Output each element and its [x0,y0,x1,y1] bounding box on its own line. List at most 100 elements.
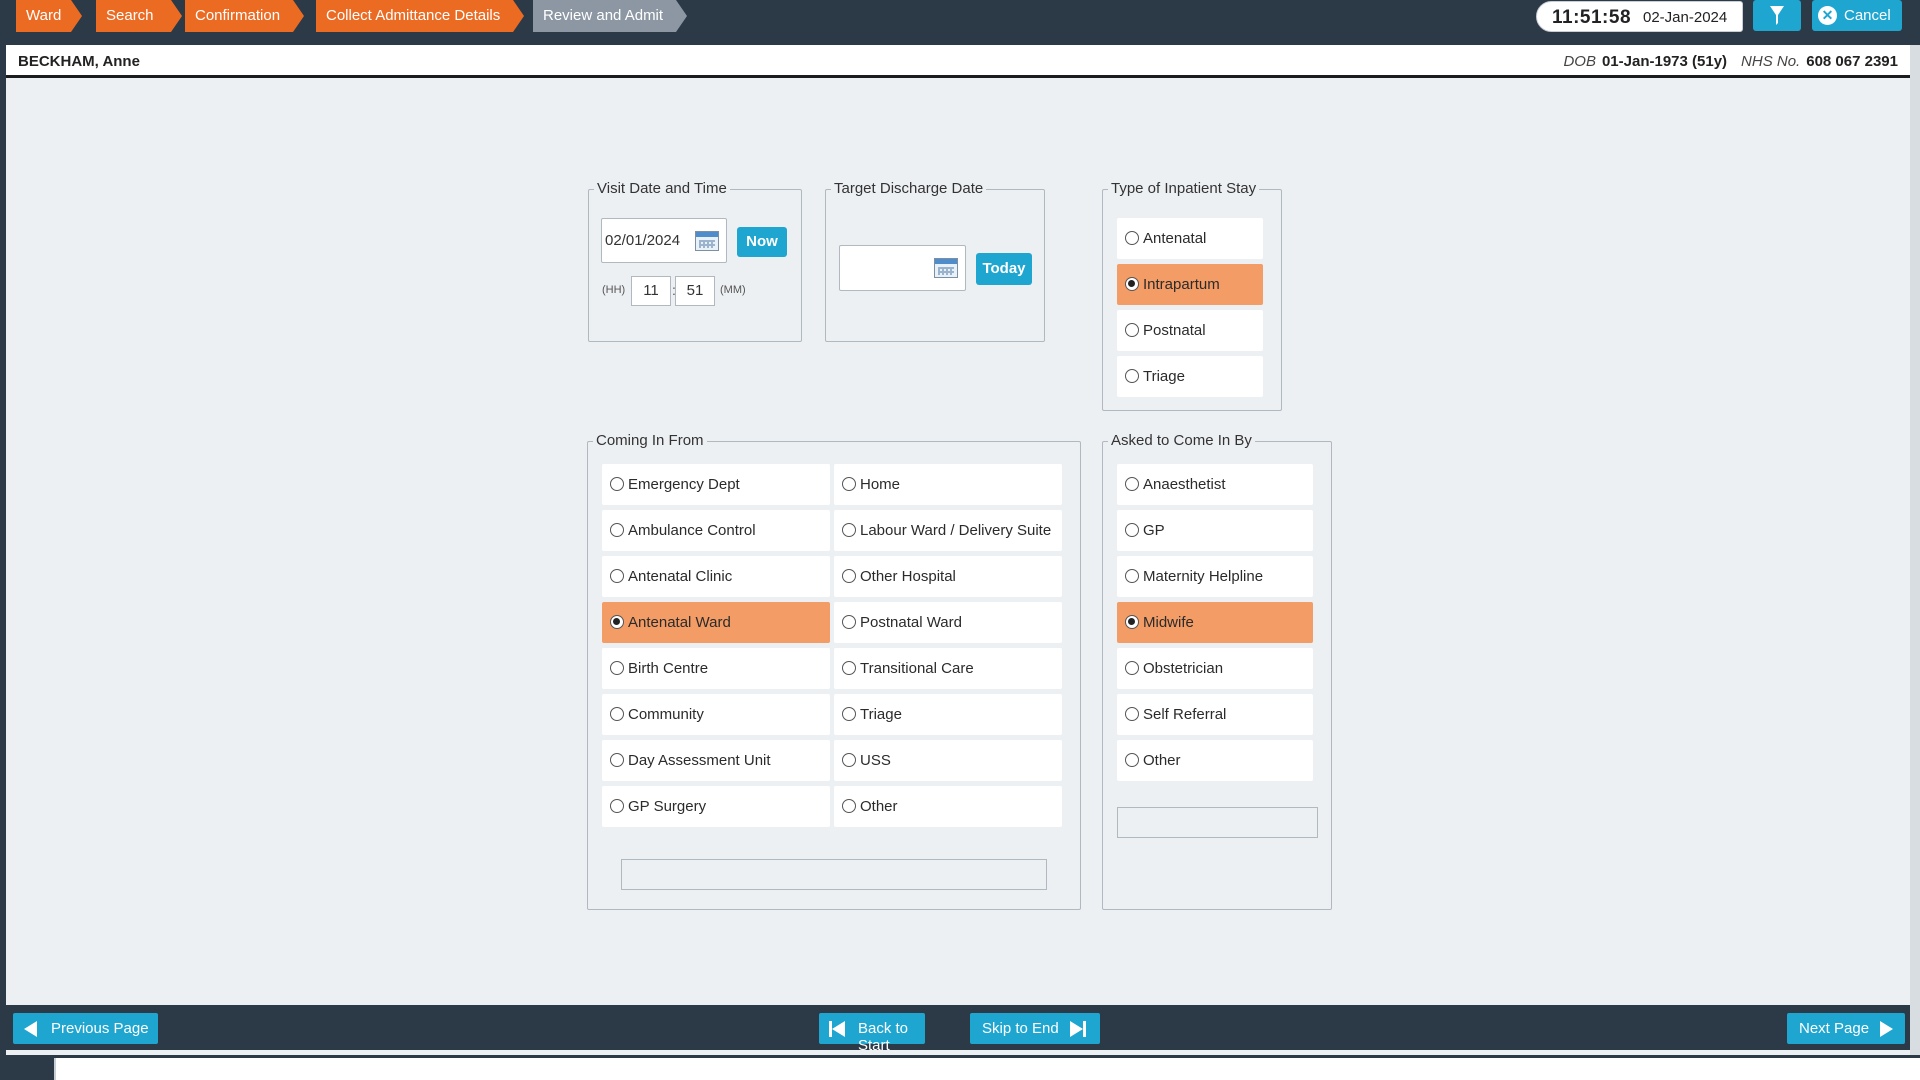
asked-by-option-maternity-helpline[interactable]: Maternity Helpline [1117,556,1313,597]
cancel-button[interactable]: ✕ Cancel [1812,0,1902,31]
stay-type-option-triage[interactable]: Triage [1117,356,1263,397]
asked-by-other-input[interactable] [1117,807,1318,838]
radio-button[interactable] [842,661,856,675]
visit-date-time-group: Visit Date and Time 02/01/2024 Now (HH) … [588,180,802,342]
minute-input[interactable]: 51 [675,276,715,306]
option-label: Antenatal [1143,230,1207,247]
radio-button[interactable] [1125,369,1139,383]
coming-from-option-uss[interactable]: USS [834,740,1062,781]
breadcrumb-review-admit[interactable]: Review and Admit [533,0,687,32]
breadcrumb-confirmation[interactable]: Confirmation [185,0,304,32]
arrow-right-icon [1070,1021,1083,1037]
breadcrumb-collect-admittance[interactable]: Collect Admittance Details [316,0,524,32]
coming-from-option-birth-centre[interactable]: Birth Centre [602,648,830,689]
breadcrumb-label: Search [106,7,154,24]
asked-by-option-anaesthetist[interactable]: Anaesthetist [1117,464,1313,505]
radio-button[interactable] [610,615,624,629]
breadcrumb-ward[interactable]: Ward [16,0,82,32]
radio-button[interactable] [1125,753,1139,767]
stay-type-option-postnatal[interactable]: Postnatal [1117,310,1263,351]
radio-button[interactable] [1125,477,1139,491]
coming-from-option-home[interactable]: Home [834,464,1062,505]
radio-button[interactable] [610,523,624,537]
radio-button[interactable] [1125,569,1139,583]
asked-to-come-in-by-group: Asked to Come In By Anaesthetist GP Matern… [1102,432,1332,910]
option-label: Anaesthetist [1143,476,1226,493]
radio-button[interactable] [1125,661,1139,675]
coming-from-option-transitional-care[interactable]: Transitional Care [834,648,1062,689]
vertical-scrollbar[interactable] [1910,45,1920,1055]
option-label: Maternity Helpline [1143,568,1264,585]
radio-button[interactable] [842,569,856,583]
option-label: Community [628,706,704,723]
visit-date-input[interactable]: 02/01/2024 [601,218,727,263]
today-button[interactable]: Today [976,253,1032,285]
coming-from-option-emergency-dept[interactable]: Emergency Dept [602,464,830,505]
discharge-date-input[interactable] [839,245,966,291]
back-to-start-button[interactable]: Back to Start [819,1013,925,1054]
previous-page-button[interactable]: Previous Page [13,1013,158,1044]
skip-to-end-button[interactable]: Skip to End [970,1013,1100,1044]
asked-by-option-gp[interactable]: GP [1117,510,1313,551]
radio-button[interactable] [1125,231,1139,245]
coming-from-option-antenatal-ward[interactable]: Antenatal Ward [602,602,830,643]
option-label: GP [1143,522,1165,539]
radio-button[interactable] [1125,323,1139,337]
patient-info: DOB 01-Jan-1973 (51y) NHS No. 608 067 2391 [1563,53,1898,70]
coming-from-option-community[interactable]: Community [602,694,830,735]
radio-button[interactable] [842,523,856,537]
radio-button[interactable] [610,477,624,491]
coming-from-option-other-hospital[interactable]: Other Hospital [834,556,1062,597]
calendar-icon[interactable] [695,231,719,251]
option-label: Postnatal [1143,322,1206,339]
asked-by-option-other[interactable]: Other [1117,740,1313,781]
radio-button[interactable] [842,477,856,491]
option-label: Intrapartum [1143,276,1220,293]
radio-button[interactable] [1125,277,1139,291]
option-label: Home [860,476,901,493]
coming-from-option-day-assessment-unit[interactable]: Day Assessment Unit [602,740,830,781]
now-button[interactable]: Now [737,227,787,257]
radio-button[interactable] [842,707,856,721]
radio-button[interactable] [842,753,856,767]
breadcrumb-search[interactable]: Search [96,0,182,32]
nhs-label: NHS No. [1741,53,1801,70]
stay-type-option-antenatal[interactable]: Antenatal [1117,218,1263,259]
radio-button[interactable] [610,569,624,583]
clock-date: 02-Jan-2024 [1643,9,1728,26]
patient-name: BECKHAM, Anne [18,53,140,70]
filter-button[interactable] [1753,0,1801,31]
hour-input[interactable]: 11 [631,276,671,306]
coming-from-option-triage[interactable]: Triage [834,694,1062,735]
radio-button[interactable] [610,661,624,675]
option-label: Obstetrician [1143,660,1224,677]
radio-button[interactable] [1125,523,1139,537]
coming-from-option-labour-ward-delivery-suite[interactable]: Labour Ward / Delivery Suite [834,510,1062,551]
coming-from-option-other[interactable]: Other [834,786,1062,827]
next-page-button[interactable]: Next Page [1787,1013,1905,1044]
mm-label: (MM) [720,284,746,296]
radio-button[interactable] [842,615,856,629]
radio-button[interactable] [842,799,856,813]
radio-button[interactable] [1125,707,1139,721]
coming-from-option-ambulance-control[interactable]: Ambulance Control [602,510,830,551]
arrow-left-icon [24,1021,37,1037]
coming-from-other-input[interactable] [621,859,1047,890]
radio-button[interactable] [1125,615,1139,629]
option-label: Emergency Dept [628,476,740,493]
asked-by-option-self-referral[interactable]: Self Referral [1117,694,1313,735]
stay-type-option-intrapartum[interactable]: Intrapartum [1117,264,1263,305]
asked-by-option-obstetrician[interactable]: Obstetrician [1117,648,1313,689]
asked-by-option-midwife[interactable]: Midwife [1117,602,1313,643]
radio-button[interactable] [610,707,624,721]
stay-type-legend: Type of Inpatient Stay [1108,180,1260,197]
coming-from-option-postnatal-ward[interactable]: Postnatal Ward [834,602,1062,643]
option-label: USS [860,752,891,769]
dob-label: DOB [1563,53,1596,70]
calendar-icon[interactable] [934,258,958,278]
radio-button[interactable] [610,753,624,767]
coming-from-option-gp-surgery[interactable]: GP Surgery [602,786,830,827]
asked-by-legend: Asked to Come In By [1108,432,1255,449]
radio-button[interactable] [610,799,624,813]
coming-from-option-antenatal-clinic[interactable]: Antenatal Clinic [602,556,830,597]
